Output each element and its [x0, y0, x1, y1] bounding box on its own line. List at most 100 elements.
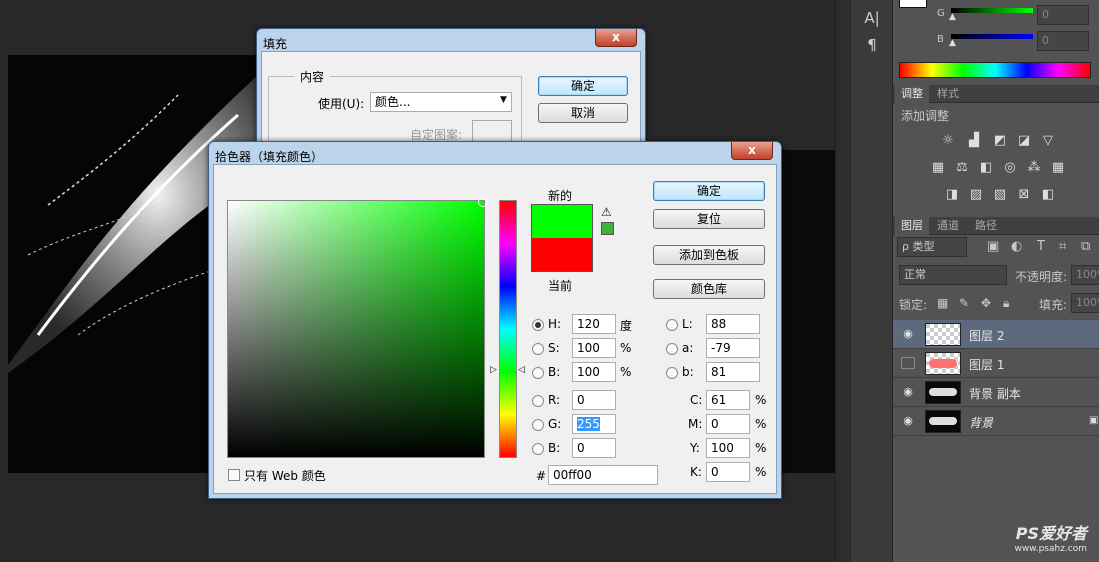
- blend-mode-select[interactable]: 正常: [899, 265, 1007, 285]
- layer-row[interactable]: ◉ 图层 2: [893, 320, 1099, 349]
- filter-pixel-icon[interactable]: ▣: [987, 239, 999, 254]
- curves-icon[interactable]: ◩: [991, 133, 1009, 149]
- layer-name[interactable]: 背景 副本: [969, 385, 1021, 402]
- g-slider[interactable]: [951, 8, 1033, 13]
- hue-slider[interactable]: [499, 200, 517, 458]
- eye-icon[interactable]: ◉: [901, 386, 915, 398]
- color-field-cursor[interactable]: [478, 197, 488, 207]
- b-value-field[interactable]: 0: [1037, 31, 1089, 51]
- threshold-icon[interactable]: ▧: [991, 187, 1009, 203]
- radio-r[interactable]: [532, 395, 544, 407]
- tab-layers[interactable]: 图层: [895, 217, 929, 235]
- lock-image-icon[interactable]: ✎: [959, 296, 969, 310]
- fill-ok-button[interactable]: 确定: [538, 76, 628, 96]
- vibrance-icon[interactable]: ▽: [1039, 133, 1057, 149]
- invert-icon[interactable]: ◨: [943, 187, 961, 203]
- eye-icon[interactable]: ◉: [901, 328, 915, 340]
- b-slider[interactable]: [951, 34, 1033, 39]
- layer-name[interactable]: 图层 1: [969, 356, 1004, 373]
- filter-shape-icon[interactable]: ⌗: [1059, 239, 1066, 254]
- character-panel-icon[interactable]: A|: [861, 8, 883, 28]
- g-input[interactable]: 255: [572, 414, 616, 434]
- c-input[interactable]: 61: [706, 390, 750, 410]
- l-input[interactable]: 88: [706, 314, 760, 334]
- close-icon[interactable]: x: [595, 29, 637, 47]
- add-to-swatches-button[interactable]: 添加到色板: [653, 245, 765, 265]
- g-value-field[interactable]: 0: [1037, 5, 1089, 25]
- layer-name[interactable]: 背景: [969, 414, 993, 431]
- levels-icon[interactable]: ▟: [965, 133, 983, 149]
- close-icon[interactable]: x: [731, 142, 773, 160]
- use-select[interactable]: 颜色...: [370, 92, 512, 112]
- gamut-swatch[interactable]: [601, 222, 614, 235]
- radio-h[interactable]: [532, 319, 544, 331]
- lab-b-input[interactable]: 81: [706, 362, 760, 382]
- filter-smart-object-icon[interactable]: ⧉: [1081, 239, 1090, 254]
- s-input[interactable]: 100: [572, 338, 616, 358]
- brightness-icon[interactable]: ☼: [939, 133, 957, 149]
- eye-icon[interactable]: ◉: [901, 415, 915, 427]
- h-input[interactable]: 120: [572, 314, 616, 334]
- paragraph-panel-icon[interactable]: ¶: [861, 35, 883, 55]
- m-input[interactable]: 0: [706, 414, 750, 434]
- layer-name[interactable]: 图层 2: [969, 327, 1004, 344]
- channel-mixer-icon[interactable]: ⁂: [1025, 160, 1043, 176]
- hue-right-arrow-icon[interactable]: ◁: [518, 365, 525, 375]
- visibility-off-box[interactable]: [901, 357, 915, 369]
- tab-channels[interactable]: 通道: [931, 217, 965, 235]
- foreground-swatch[interactable]: [899, 0, 927, 8]
- color-balance-icon[interactable]: ⚖: [953, 160, 971, 176]
- layer-thumbnail: [925, 352, 961, 375]
- posterize-icon[interactable]: ▨: [967, 187, 985, 203]
- fill-field[interactable]: 100%: [1071, 293, 1099, 313]
- hue-saturation-icon[interactable]: ▦: [929, 160, 947, 176]
- radio-g[interactable]: [532, 419, 544, 431]
- tab-adjustments[interactable]: 调整: [895, 85, 929, 103]
- color-libraries-button[interactable]: 颜色库: [653, 279, 765, 299]
- black-white-icon[interactable]: ◧: [977, 160, 995, 176]
- filter-adjustment-icon[interactable]: ◐: [1011, 239, 1022, 254]
- r-input[interactable]: 0: [572, 390, 616, 410]
- picker-reset-button[interactable]: 复位: [653, 209, 765, 229]
- radio-b[interactable]: [532, 367, 544, 379]
- tab-styles[interactable]: 样式: [931, 85, 965, 103]
- color-lookup-icon[interactable]: ▦: [1049, 160, 1067, 176]
- photo-filter-icon[interactable]: ◎: [1001, 160, 1019, 176]
- slider-caret-icon[interactable]: ▲: [949, 12, 956, 22]
- radio-s[interactable]: [532, 343, 544, 355]
- y-input[interactable]: 100: [706, 438, 750, 458]
- radio-a[interactable]: [666, 343, 678, 355]
- b-input[interactable]: 100: [572, 362, 616, 382]
- canvas-scrollbar[interactable]: [835, 0, 850, 562]
- color-spectrum-bar[interactable]: [899, 62, 1091, 78]
- fill-cancel-button[interactable]: 取消: [538, 103, 628, 123]
- radio-l[interactable]: [666, 319, 678, 331]
- tab-paths[interactable]: 路径: [969, 217, 1003, 235]
- k-input[interactable]: 0: [706, 462, 750, 482]
- radio-lab-b[interactable]: [666, 367, 678, 379]
- gradient-map-icon[interactable]: ⊠: [1015, 187, 1033, 203]
- lock-position-icon[interactable]: ✥: [981, 296, 991, 310]
- current-color-swatch[interactable]: [531, 238, 593, 272]
- radio-blue[interactable]: [532, 443, 544, 455]
- exposure-icon[interactable]: ◪: [1015, 133, 1033, 149]
- slider-caret-icon[interactable]: ▲: [949, 38, 956, 48]
- blue-input[interactable]: 0: [572, 438, 616, 458]
- warning-triangle-icon[interactable]: ⚠: [601, 205, 612, 219]
- a-input[interactable]: -79: [706, 338, 760, 358]
- chevron-down-icon[interactable]: ▼: [500, 95, 507, 105]
- selective-color-icon[interactable]: ◧: [1039, 187, 1057, 203]
- hex-input[interactable]: 00ff00: [548, 465, 658, 485]
- layer-kind-filter[interactable]: ρ 类型: [897, 237, 967, 257]
- lock-all-icon[interactable]: 🔒︎: [1003, 296, 1009, 311]
- saturation-brightness-field[interactable]: [227, 200, 485, 458]
- web-only-checkbox[interactable]: [228, 469, 240, 481]
- picker-ok-button[interactable]: 确定: [653, 181, 765, 201]
- layer-row[interactable]: 图层 1: [893, 349, 1099, 378]
- filter-type-icon[interactable]: T: [1037, 239, 1045, 254]
- hue-left-arrow-icon[interactable]: ▷: [490, 365, 497, 375]
- layer-row[interactable]: ◉ 背景 副本: [893, 378, 1099, 407]
- opacity-field[interactable]: 100%: [1071, 265, 1099, 285]
- lock-transparent-icon[interactable]: ▦: [937, 296, 948, 310]
- layer-row[interactable]: ◉ 背景 ▣: [893, 407, 1099, 436]
